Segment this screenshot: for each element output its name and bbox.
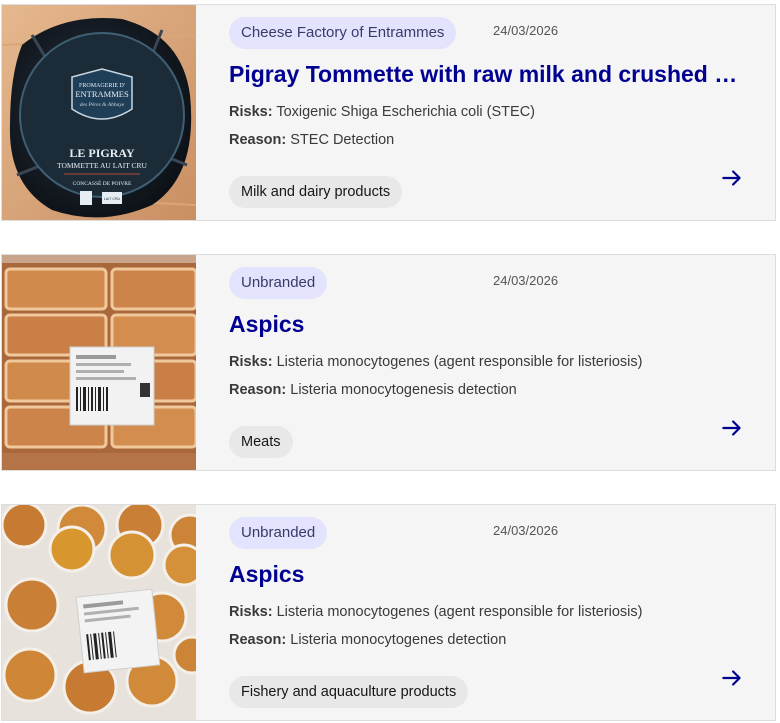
reason-label: Reason: bbox=[229, 132, 287, 148]
recall-title[interactable]: Aspics bbox=[229, 561, 739, 588]
recall-title[interactable]: Pigray Tommette with raw milk and crushe… bbox=[229, 61, 739, 88]
reason-value: Listeria monocytogenes detection bbox=[290, 632, 507, 648]
reason-line: Reason: Listeria monocytogenes detection bbox=[229, 632, 506, 648]
cheese-name: LE PIGRAY bbox=[69, 146, 135, 160]
product-image-cheese: FROMAGERIE D' ENTRAMMES des Pères & Abba… bbox=[2, 5, 196, 220]
cheese-subtitle: TOMMETTE AU LAIT CRU bbox=[57, 161, 148, 170]
category-tag: Fishery and aquaculture products bbox=[229, 676, 469, 708]
risks-line: Risks: Listeria monocytogenes (agent res… bbox=[229, 354, 642, 370]
recall-title[interactable]: Aspics bbox=[229, 311, 739, 338]
risks-label: Risks: bbox=[229, 354, 273, 370]
risks-line: Risks: Toxigenic Shiga Escherichia coli … bbox=[229, 104, 535, 120]
arrow-right-icon[interactable] bbox=[719, 665, 745, 691]
recall-card[interactable]: Unbranded 24/03/2026 Aspics Risks: Liste… bbox=[1, 504, 776, 721]
publication-date: 24/03/2026 bbox=[493, 23, 559, 38]
publication-date: 24/03/2026 bbox=[493, 273, 559, 288]
recall-list: FROMAGERIE D' ENTRAMMES des Pères & Abba… bbox=[0, 0, 780, 723]
product-image-aspics-cups bbox=[2, 505, 196, 720]
category-tag: Milk and dairy products bbox=[229, 176, 403, 208]
brand-badge: Unbranded bbox=[229, 267, 328, 299]
cheese-pepper: CONCASSÉ DE POIVRE bbox=[73, 179, 132, 187]
recall-card[interactable]: Unbranded 24/03/2026 Aspics Risks: Liste… bbox=[1, 254, 776, 471]
reason-label: Reason: bbox=[229, 382, 287, 398]
brand-badge: Cheese Factory of Entrammes bbox=[229, 17, 457, 49]
risks-value: Toxigenic Shiga Escherichia coli (STEC) bbox=[276, 104, 535, 120]
risks-label: Risks: bbox=[229, 104, 273, 120]
category-tag: Meats bbox=[229, 426, 293, 458]
reason-value: Listeria monocytogenesis detection bbox=[290, 382, 517, 398]
cheese-lait-cru-badge: LAIT CRU bbox=[104, 197, 121, 201]
brand-badge: Unbranded bbox=[229, 517, 328, 549]
arrow-right-icon[interactable] bbox=[719, 165, 745, 191]
cheese-brand-line3: des Pères & Abbaye bbox=[80, 102, 125, 108]
risks-value: Listeria monocytogenes (agent responsibl… bbox=[276, 604, 643, 620]
cheese-brand-line2: ENTRAMMES bbox=[75, 89, 129, 99]
reason-label: Reason: bbox=[229, 632, 287, 648]
reason-line: Reason: Listeria monocytogenesis detecti… bbox=[229, 382, 517, 398]
risks-value: Listeria monocytogenes (agent responsibl… bbox=[276, 354, 643, 370]
product-image-aspics-tray bbox=[2, 255, 196, 470]
reason-value: STEC Detection bbox=[290, 132, 395, 148]
recall-card[interactable]: FROMAGERIE D' ENTRAMMES des Pères & Abba… bbox=[1, 4, 776, 221]
reason-line: Reason: STEC Detection bbox=[229, 132, 394, 148]
risks-label: Risks: bbox=[229, 604, 273, 620]
publication-date: 24/03/2026 bbox=[493, 523, 559, 538]
arrow-right-icon[interactable] bbox=[719, 415, 745, 441]
risks-line: Risks: Listeria monocytogenes (agent res… bbox=[229, 604, 642, 620]
